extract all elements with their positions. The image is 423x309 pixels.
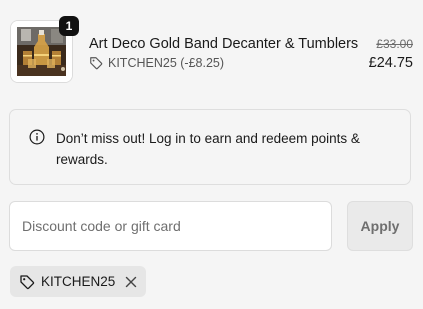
tag-icon <box>90 57 103 70</box>
applied-code-label: KITCHEN25 <box>41 274 116 289</box>
product-title: Art Deco Gold Band Decanter & Tumblers <box>89 36 359 52</box>
info-icon <box>29 129 45 145</box>
line-discount: KITCHEN25 (-£8.25) <box>89 56 224 70</box>
applied-code-chip: KITCHEN25 <box>10 266 147 297</box>
quantity-badge: 1 <box>59 16 79 36</box>
close-icon <box>126 276 137 287</box>
loyalty-notice: Don’t miss out! Log in to earn and redee… <box>9 109 411 185</box>
final-price: £24.75 <box>368 55 413 71</box>
apply-button[interactable]: Apply <box>347 201 413 251</box>
product-thumbnail-wrap: 1 <box>10 16 79 83</box>
original-price: £33.00 <box>376 37 413 51</box>
remove-code-button[interactable] <box>125 276 137 288</box>
tag-icon <box>20 274 35 289</box>
notice-text: Don’t miss out! Log in to earn and redee… <box>56 131 360 167</box>
discount-code-input[interactable] <box>9 201 332 251</box>
line-discount-label: KITCHEN25 (-£8.25) <box>108 56 225 70</box>
cart-line-item: 1 Art Deco Gold Band Decanter & Tumblers… <box>10 14 413 86</box>
